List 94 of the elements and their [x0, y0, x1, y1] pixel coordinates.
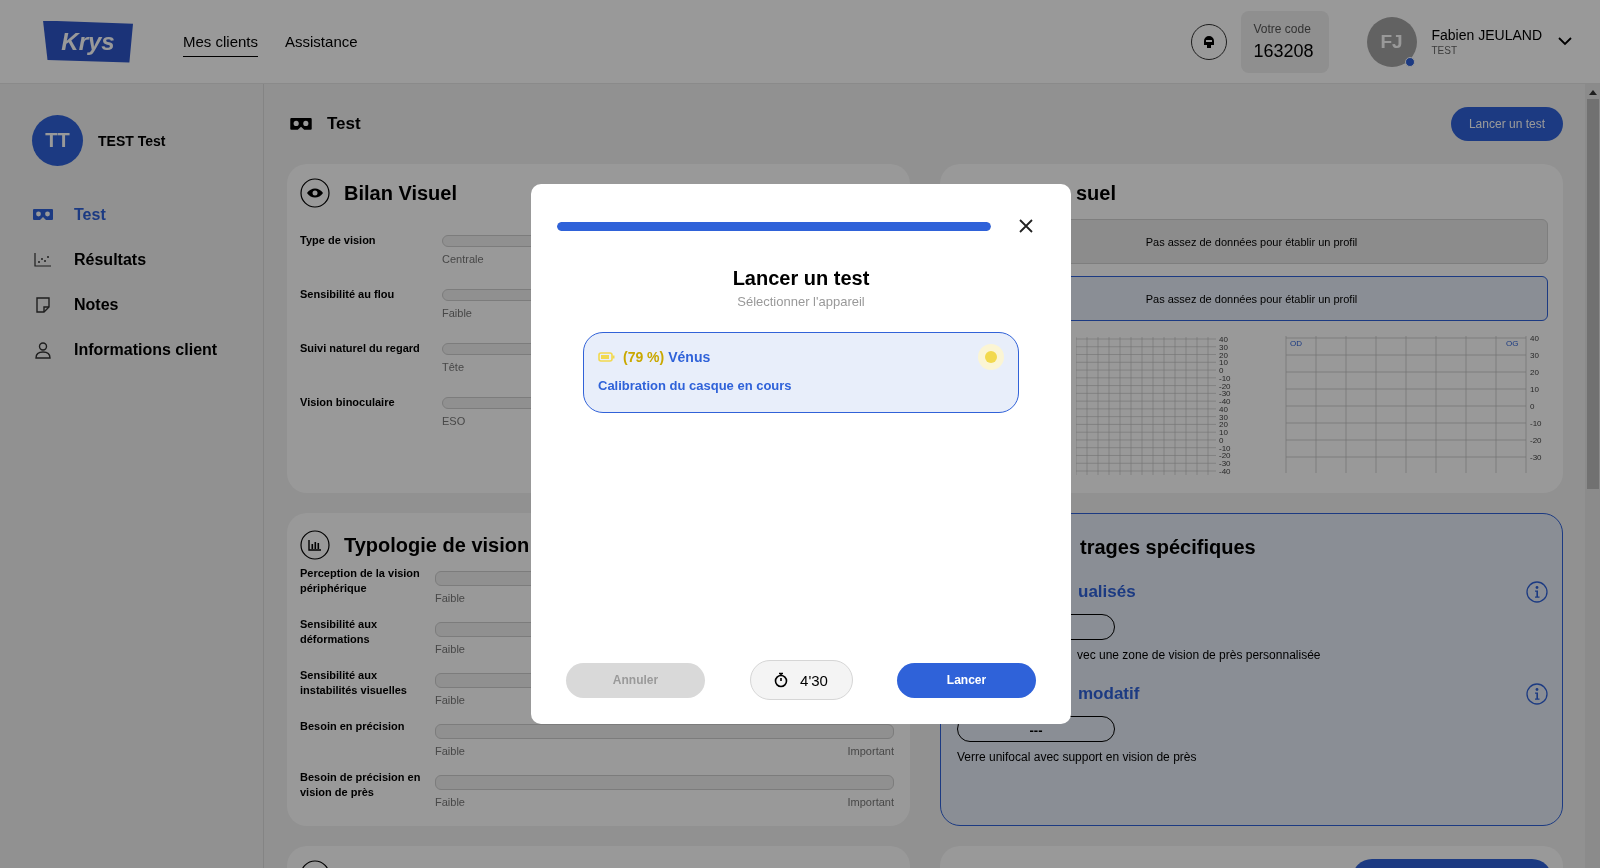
chevron-down-icon[interactable]	[1558, 37, 1572, 46]
eye-label: OD	[1290, 339, 1302, 348]
launch-button[interactable]: Lancer	[897, 662, 1036, 698]
scale-label: Important	[847, 745, 894, 757]
axis-tick-label: -10	[1219, 373, 1231, 383]
axis-tick-label: 10	[1219, 358, 1228, 368]
scale-label: ESO	[442, 415, 466, 427]
axis-tick-label: -10	[1530, 419, 1542, 428]
scale-label: Faible	[435, 643, 465, 655]
sidebar-item[interactable]: Résultats	[32, 237, 147, 282]
axis-tick-label: -30	[1219, 459, 1231, 469]
eye-icon	[300, 178, 330, 208]
row-label: Perception de la vision périphérique	[300, 566, 421, 596]
device-status: Calibration du casque en cours	[598, 378, 793, 393]
axis-tick-label: 20	[1530, 368, 1539, 377]
card-title: Bilan Visuel	[344, 181, 457, 205]
nav-link[interactable]: Assistance	[285, 26, 358, 57]
axis-tick-label: 40	[1219, 404, 1228, 414]
goggles-icon	[32, 207, 54, 222]
axis-tick-label: 20	[1219, 420, 1228, 430]
code-value: 163208	[1253, 40, 1315, 62]
row-label: Besoin en précision	[300, 719, 406, 734]
axis-tick-label: -40	[1219, 397, 1231, 407]
axis-tick-label: 40	[1530, 334, 1539, 343]
row-label: Sensibilité aux déformations	[300, 617, 379, 647]
axis-tick-label: 0	[1530, 402, 1535, 411]
row-label: Type de vision	[300, 233, 377, 248]
info-icon[interactable]	[1526, 683, 1548, 705]
client-name: TEST Test	[98, 132, 166, 149]
row-label: Suivi naturel du regard	[300, 341, 421, 356]
scale-label: Faible	[435, 694, 465, 706]
card-title: trages spécifiques	[1080, 535, 1256, 559]
nav-link[interactable]: Mes clients	[183, 26, 259, 57]
row-label: Besoin de précision en vision de près	[300, 770, 422, 800]
section-description: vec une zone de vision de près personnalisée	[1076, 648, 1322, 662]
card-title: Typologie de vision	[344, 533, 530, 557]
axis-tick-label: -30	[1219, 389, 1231, 399]
logo[interactable]: Krys	[43, 20, 133, 63]
scale-label: Faible	[435, 796, 465, 808]
sidebar-item[interactable]: Test	[32, 192, 106, 237]
scale-label: Centrale	[442, 253, 484, 265]
scroll-up-icon[interactable]	[1588, 89, 1597, 95]
device-name: Vénus	[668, 349, 711, 365]
scatter-chart-icon	[32, 251, 54, 268]
row-label: Sensibilité aux instabilités visuelles	[300, 668, 408, 698]
info-icon[interactable]	[1526, 581, 1548, 603]
axis-tick-label: -30	[1530, 453, 1542, 462]
person-icon	[32, 340, 54, 359]
axis-tick-label: 30	[1219, 412, 1228, 422]
axis-tick-label: 0	[1219, 435, 1224, 445]
scrollbar-thumb[interactable]	[1586, 99, 1599, 489]
axis-tick-label: 20	[1219, 350, 1228, 360]
row-label: Vision binoculaire	[300, 395, 396, 410]
user-role: TEST	[1431, 45, 1459, 56]
launch-test-button[interactable]: Lancer un test	[1450, 107, 1563, 141]
card-title: suel	[1076, 181, 1117, 205]
axis-tick-label: 40	[1219, 335, 1228, 344]
section-title: ualisés	[1078, 582, 1136, 602]
user-name: Fabien JEULAND	[1431, 27, 1542, 43]
scale-label: Faible	[442, 307, 472, 319]
sidebar-item[interactable]: Notes	[32, 282, 119, 327]
stopwatch-icon	[774, 672, 789, 688]
battery-icon	[598, 352, 615, 362]
eye-label: OG	[1506, 339, 1519, 348]
scale-label: Faible	[435, 745, 465, 757]
axis-tick-label: -10	[1219, 443, 1231, 453]
battery-level: (79 %)	[623, 349, 665, 365]
axis-tick-label: -20	[1530, 436, 1542, 445]
axis-tick-label: 10	[1219, 428, 1228, 438]
axis-tick-label: -40	[1219, 467, 1231, 476]
scale-label: Faible	[435, 592, 465, 604]
dialog-title: Lancer un test	[732, 267, 870, 290]
goggles-icon	[289, 116, 313, 132]
axis-tick-label: -20	[1219, 451, 1231, 461]
axis-tick-label: 0	[1219, 366, 1224, 376]
close-icon	[1018, 218, 1034, 234]
code-label: Votre code	[1253, 21, 1312, 36]
sidebar-item[interactable]: Informations client	[32, 327, 218, 372]
section-title: modatif	[1078, 684, 1140, 704]
page-title: Test	[327, 114, 361, 134]
axis-tick-label: -20	[1219, 381, 1231, 391]
client-avatar: TT	[32, 115, 83, 166]
axis-tick-label: 10	[1530, 385, 1539, 394]
headset-button[interactable]	[1190, 23, 1227, 60]
device-card[interactable]: (79 %) Vénus Calibration du casque en cours	[583, 332, 1019, 413]
dialog-subtitle: Sélectionner l'appareil	[737, 294, 865, 309]
axis-tick-label: 30	[1219, 342, 1228, 352]
section-description: Verre unifocal avec support en vision de près	[957, 750, 1198, 764]
axis-tick-label: 30	[1530, 351, 1539, 360]
bar-chart-icon	[300, 530, 330, 560]
row-label: Sensibilité au flou	[300, 287, 396, 302]
scale-label: Tête	[442, 361, 464, 373]
duration-text: 4'30	[800, 671, 828, 689]
scale-label: Important	[847, 796, 894, 808]
